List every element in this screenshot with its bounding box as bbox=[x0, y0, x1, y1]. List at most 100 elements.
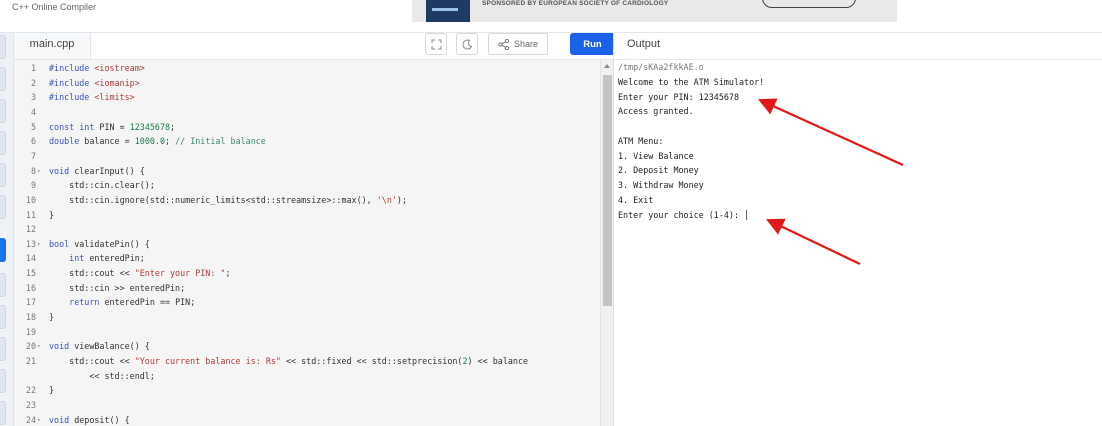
code-text: double balance = 1000.0; // Initial bala… bbox=[49, 136, 266, 147]
run-button[interactable]: Run bbox=[570, 33, 615, 55]
code-line[interactable]: 8 ▾ void clearInput() { bbox=[14, 164, 600, 179]
code-text: std::cin.ignore(std::numeric_limits<std:… bbox=[49, 194, 408, 205]
code-line[interactable]: 18} bbox=[14, 310, 600, 325]
output-line: 2. Deposit Money bbox=[618, 165, 699, 176]
code-line[interactable]: 2 #include <iomanip> bbox=[14, 76, 600, 91]
line-number: 19 bbox=[25, 326, 36, 337]
code-text: } bbox=[49, 385, 55, 396]
code-line[interactable]: 4 bbox=[14, 105, 600, 120]
code-line[interactable]: 1 #include <iostream> bbox=[14, 61, 600, 76]
output-line: Enter your PIN: 12345678 bbox=[618, 91, 740, 102]
sidebar-item[interactable] bbox=[0, 401, 6, 425]
ad-banner[interactable]: SPONSORED BY EUROPEAN SOCIETY OF CARDIOL… bbox=[412, 0, 897, 22]
code-text: #include <iomanip> bbox=[49, 77, 140, 88]
output-line: /tmp/sKAa2fkkAE.o bbox=[618, 62, 704, 72]
sidebar-item[interactable] bbox=[0, 99, 6, 123]
code-text: << std::endl; bbox=[49, 370, 155, 381]
sidebar-item[interactable] bbox=[0, 131, 6, 155]
code-text: void viewBalance() { bbox=[49, 341, 150, 352]
code-line[interactable]: 3 #include <limits> bbox=[14, 90, 600, 105]
code-line[interactable]: 20 ▾ void viewBalance() { bbox=[14, 339, 600, 354]
code-text: std::cin.clear(); bbox=[49, 180, 155, 191]
sidebar-item[interactable] bbox=[0, 369, 6, 393]
sidebar bbox=[0, 33, 14, 426]
line-number: 1 bbox=[30, 63, 36, 73]
code-line[interactable]: 16 std::cin >> enteredPin; bbox=[14, 281, 600, 296]
code-text: return enteredPin == PIN; bbox=[69, 297, 196, 308]
line-number: 8 bbox=[30, 165, 36, 176]
line-number: 11 bbox=[25, 209, 36, 220]
fold-toggle-icon[interactable]: ▾ bbox=[37, 164, 45, 179]
sidebar-item[interactable] bbox=[0, 305, 6, 329]
output-console[interactable]: /tmp/sKAa2fkkAE.o Welcome to the ATM Simu… bbox=[614, 60, 1102, 426]
line-number: 2 bbox=[30, 77, 36, 88]
editor-tab-bar: main.cpp Share Run bbox=[14, 33, 615, 60]
output-title: Output bbox=[627, 38, 661, 50]
code-line[interactable]: 13 ▾ bool validatePin() { bbox=[14, 237, 600, 252]
sidebar-item-active[interactable] bbox=[0, 238, 6, 262]
code-line[interactable]: 22} bbox=[14, 383, 600, 398]
app-title: C++ Online Compiler bbox=[12, 2, 97, 12]
code-text: void deposit() { bbox=[49, 414, 130, 425]
sidebar-item[interactable] bbox=[0, 35, 6, 59]
line-number: 21 bbox=[25, 356, 36, 366]
code-text: #include <iostream> bbox=[49, 63, 145, 73]
code-line[interactable]: 19 bbox=[14, 325, 600, 340]
ad-button[interactable] bbox=[762, 0, 856, 8]
code-line[interactable]: 21 std::cout << "Your current balance is… bbox=[14, 354, 600, 369]
sidebar-item[interactable] bbox=[0, 337, 6, 361]
line-number: 9 bbox=[30, 180, 36, 191]
share-label: Share bbox=[513, 39, 539, 49]
top-bar: C++ Online Compiler SPONSORED BY EUROPEA… bbox=[0, 0, 1102, 33]
sidebar-item[interactable] bbox=[0, 163, 6, 187]
file-tab-main-cpp[interactable]: main.cpp bbox=[14, 33, 91, 59]
code-line[interactable]: 15 std::cout << "Enter your PIN: "; bbox=[14, 266, 600, 281]
line-number: 20 bbox=[25, 341, 36, 352]
scrollbar-thumb[interactable] bbox=[603, 75, 612, 306]
scroll-up-icon[interactable] bbox=[604, 64, 610, 68]
line-number: 3 bbox=[30, 92, 36, 103]
line-number: 14 bbox=[25, 253, 36, 264]
sidebar-item[interactable] bbox=[0, 273, 6, 297]
code-line[interactable]: 12 bbox=[14, 222, 600, 237]
input-cursor[interactable] bbox=[746, 210, 748, 220]
code-line[interactable]: 23 bbox=[14, 398, 600, 413]
line-number: 10 bbox=[25, 194, 36, 205]
code-text: std::cout << "Your current balance is: R… bbox=[49, 356, 529, 366]
theme-toggle-button[interactable] bbox=[456, 33, 478, 55]
line-number: 5 bbox=[30, 121, 36, 132]
line-number: 22 bbox=[25, 385, 36, 396]
code-line[interactable]: 10 std::cin.ignore(std::numeric_limits<s… bbox=[14, 193, 600, 208]
line-number: 12 bbox=[25, 224, 36, 235]
code-line[interactable]: 5 const int PIN = 12345678; bbox=[14, 120, 600, 135]
code-line[interactable]: 11} bbox=[14, 208, 600, 223]
fold-toggle-icon[interactable]: ▾ bbox=[37, 339, 45, 354]
line-number: 24 bbox=[25, 414, 36, 425]
output-line: 1. View Balance bbox=[618, 150, 694, 161]
line-number: 6 bbox=[30, 136, 36, 147]
code-text: int enteredPin; bbox=[69, 253, 145, 264]
code-text: #include <limits> bbox=[49, 92, 135, 103]
code-text: const int PIN = 12345678; bbox=[49, 121, 176, 132]
output-header: Output bbox=[614, 33, 1102, 60]
code-line[interactable]: 24 ▾ void deposit() { bbox=[14, 413, 600, 426]
code-line[interactable]: << std::endl; bbox=[14, 369, 600, 384]
share-button[interactable]: Share bbox=[488, 33, 548, 55]
code-line[interactable]: 14 int enteredPin; bbox=[14, 251, 600, 266]
output-line: Welcome to the ATM Simulator! bbox=[618, 76, 765, 87]
code-line[interactable]: 7 bbox=[14, 149, 600, 164]
fold-toggle-icon[interactable]: ▾ bbox=[37, 413, 45, 426]
fold-toggle-icon[interactable]: ▾ bbox=[37, 237, 45, 252]
fullscreen-button[interactable] bbox=[425, 33, 447, 55]
line-number: 7 bbox=[30, 150, 36, 161]
sidebar-item[interactable] bbox=[0, 195, 6, 219]
code-text: bool validatePin() { bbox=[49, 238, 150, 249]
fullscreen-icon bbox=[431, 39, 441, 49]
code-line[interactable]: 9 std::cin.clear(); bbox=[14, 178, 600, 193]
editor-scrollbar[interactable] bbox=[600, 60, 614, 426]
line-number: 18 bbox=[25, 312, 36, 323]
code-editor[interactable]: 1 #include <iostream> 2 #include <iomanip> 3… bbox=[14, 60, 600, 426]
code-line[interactable]: 17 return enteredPin == PIN; bbox=[14, 295, 600, 310]
sidebar-item[interactable] bbox=[0, 67, 6, 91]
code-line[interactable]: 6 double balance = 1000.0; // Initial bal… bbox=[14, 134, 600, 149]
